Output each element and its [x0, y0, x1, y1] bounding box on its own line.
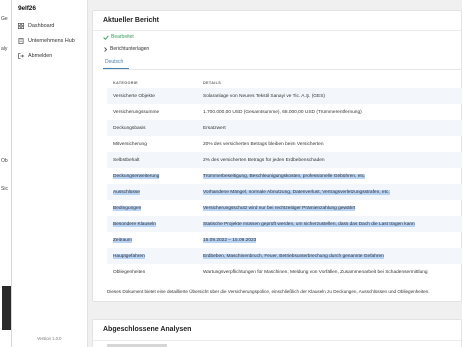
grid-icon	[18, 23, 24, 29]
bg-image	[2, 286, 11, 330]
cell-details: Wartungsverpflichtungen für Maschinen, M…	[197, 264, 462, 280]
sidebar-item-unternehmens-hub[interactable]: Unternehmens Hub	[18, 38, 75, 44]
table-row: Deckungsbasis Ersatzwert	[107, 120, 462, 136]
sidebar-item-abmelden[interactable]: Abmelden	[18, 53, 52, 59]
logout-icon	[18, 53, 24, 59]
details-text: Erdbeben, Maschinenbruch, Feuer, Betrieb…	[203, 253, 384, 259]
cell-category: Versicherungssumme	[107, 104, 197, 120]
category-text: Zeitraum	[113, 237, 132, 243]
details-text: Wartungsverpflichtungen für Maschinen, M…	[203, 269, 428, 275]
category-text: Obliegenheiten	[113, 269, 146, 275]
sidebar-item-dashboard[interactable]: Dashboard	[18, 23, 54, 29]
cell-category: Mitversicherung	[107, 136, 197, 152]
bg-fragment: Sic	[1, 186, 8, 192]
details-text: 2% des versicherten Betrags für jeden Er…	[203, 157, 325, 163]
cell-category: Obliegenheiten	[107, 264, 197, 280]
column-header-category: KATEGORIE	[113, 80, 138, 85]
cell-details: Vorhandene Mängel, normale Abnutzung, Da…	[197, 184, 462, 200]
category-text: Besondere Klauseln	[113, 221, 156, 227]
category-text: Ausschlüsse	[113, 189, 140, 195]
cell-category: Ausschlüsse	[107, 184, 197, 200]
table-row: Versicherungssumme 1.700.000,00 USD (Gesa…	[107, 104, 462, 120]
sidebar: 9elf26 Dashboard Unternehmens Hub Abmeld…	[12, 0, 88, 347]
table-row: Zeitraum 15.09.2022 – 15.09.2023	[107, 232, 462, 248]
cell-category: Besondere Klauseln	[107, 216, 197, 232]
details-text: Ersatzwert	[203, 125, 226, 131]
cell-category: Selbstbehalt	[107, 152, 197, 168]
check-icon	[103, 34, 109, 40]
completed-analyses-title: Abgeschlossene Analysen	[103, 326, 192, 333]
details-text: 20% des versicherten Betrags bleiben bei…	[203, 141, 324, 147]
cell-category: Deckungsbasis	[107, 120, 197, 136]
divider	[93, 30, 461, 31]
category-text: Selbstbehalt	[113, 157, 140, 163]
category-text: Versicherungssumme	[113, 109, 160, 115]
table-header-row: KATEGORIE DETAILS	[107, 77, 462, 88]
sidebar-item-label: Dashboard	[28, 23, 55, 29]
cell-details: 2% des versicherten Betrags für jeden Er…	[197, 152, 462, 168]
cell-details: Statische Projekte müssen geprüft werden…	[197, 216, 462, 232]
category-text: Versicherte Objekte	[113, 93, 155, 99]
completed-analyses-card: Abgeschlossene Analysen	[92, 319, 462, 347]
sidebar-item-label: Abmelden	[28, 53, 53, 59]
building-icon	[18, 38, 24, 44]
tab-deutsch[interactable]: Deutsch	[105, 59, 123, 65]
table-row: Bedingungen Versicherungsschutz wird nur …	[107, 200, 462, 216]
app-logo[interactable]: 9elf26	[18, 5, 36, 12]
edit-status-label: Bearbeitet	[111, 34, 134, 40]
divider	[93, 340, 461, 341]
category-text: Hauptgefahren	[113, 253, 145, 259]
cell-details: Trümmerbeseitigung, Beschleunigungskoste…	[197, 168, 462, 184]
cell-details: Ersatzwert	[197, 120, 462, 136]
cell-details: Solaranlage von Neures Tekstil Sanayi ve…	[197, 88, 462, 104]
background-window: Ge aly Ob Sic	[0, 0, 12, 347]
table-row: Mitversicherung 20% des versicherten Betr…	[107, 136, 462, 152]
table-row: Versicherte Objekte Solaranlage von Neure…	[107, 88, 462, 104]
version-label: Version 1.0.0	[37, 336, 62, 341]
report-footnote: Dieses Dokument bietet eine detaillierte…	[107, 289, 430, 294]
details-text: Versicherungsschutz wird nur bei rechtze…	[203, 205, 356, 211]
category-text: Deckungsbasis	[113, 125, 146, 131]
column-header-details: DETAILS	[203, 80, 222, 85]
cell-details: Erdbeben, Maschinenbruch, Feuer, Betrieb…	[197, 248, 462, 264]
details-text: 1.700.000,00 USD (Gesamtsumme), 68.000,0…	[203, 109, 362, 115]
report-card: Aktueller Bericht Bearbeitet Berichtunte…	[92, 10, 462, 302]
bg-fragment: aly	[1, 46, 8, 52]
details-text: Solaranlage von Neures Tekstil Sanayi ve…	[203, 93, 326, 99]
cell-category: Bedingungen	[107, 200, 197, 216]
cell-category: Hauptgefahren	[107, 248, 197, 264]
details-text: Statische Projekte müssen geprüft werden…	[203, 221, 415, 227]
sidebar-item-label: Unternehmens Hub	[28, 38, 75, 44]
cell-details: 20% des versicherten Betrags bleiben bei…	[197, 136, 462, 152]
cell-details: 15.09.2022 – 15.09.2023	[197, 232, 462, 248]
table-row: Obliegenheiten Wartungsverpflichtungen fü…	[107, 264, 462, 280]
chevron-right-icon	[104, 46, 108, 52]
table-row: Besondere Klauseln Statische Projekte müs…	[107, 216, 462, 232]
edit-status-button[interactable]: Bearbeitet	[103, 34, 134, 40]
bg-fragment: Ob	[1, 158, 8, 164]
bg-fragment: Ge	[1, 16, 8, 22]
report-title: Aktueller Bericht	[103, 17, 160, 24]
cell-category: Deckungserweiterung	[107, 168, 197, 184]
cell-details: 1.700.000,00 USD (Gesamtsumme), 68.000,0…	[197, 104, 462, 120]
report-documents-toggle[interactable]: Berichtunterlagen	[103, 46, 149, 52]
table-row: Deckungserweiterung Trümmerbeseitigung, B…	[107, 168, 462, 184]
category-text: Bedingungen	[113, 205, 142, 211]
report-documents-label: Berichtunterlagen	[110, 46, 150, 52]
table-row: Hauptgefahren Erdbeben, Maschinenbruch, F…	[107, 248, 462, 264]
tabs-divider	[103, 69, 462, 70]
table-row: Selbstbehalt 2% des versicherten Betrags …	[107, 152, 462, 168]
category-text: Mitversicherung	[113, 141, 147, 147]
table-row: Ausschlüsse Vorhandene Mängel, normale Ab…	[107, 184, 462, 200]
cell-category: Zeitraum	[107, 232, 197, 248]
category-text: Deckungserweiterung	[113, 173, 160, 179]
report-table: KATEGORIE DETAILS Versicherte Objekte Sol…	[107, 77, 462, 280]
details-text: 15.09.2022 – 15.09.2023	[203, 237, 257, 243]
details-text: Trümmerbeseitigung, Beschleunigungskoste…	[203, 173, 366, 179]
cell-category: Versicherte Objekte	[107, 88, 197, 104]
cell-details: Versicherungsschutz wird nur bei rechtze…	[197, 200, 462, 216]
details-text: Vorhandene Mängel, normale Abnutzung, Da…	[203, 189, 390, 195]
